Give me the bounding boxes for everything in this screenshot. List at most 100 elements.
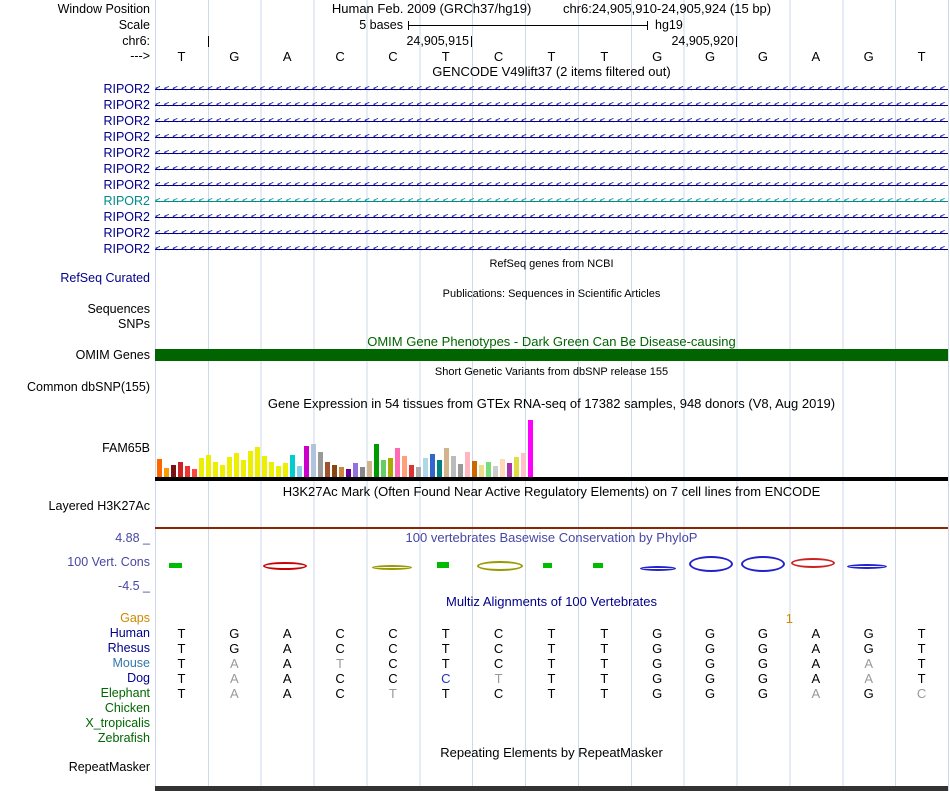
base-letter: C [335, 49, 345, 64]
base-letter: G [652, 49, 663, 64]
aligned-base: T [547, 686, 556, 701]
phylop-track-label[interactable]: 100 Vert. Cons [0, 555, 150, 570]
aligned-base: A [811, 641, 821, 656]
species-label-rhesus[interactable]: Rhesus [0, 641, 150, 656]
aligned-base: T [177, 626, 186, 641]
gencode-transcript-line[interactable]: <<<<<<<<<<<<<<<<<<<<<<<<<<<<<<<<<<<<<<<<… [155, 225, 948, 241]
scale-bar [408, 25, 648, 26]
aligned-base: G [757, 641, 769, 656]
gtex-expression-barchart[interactable] [157, 415, 539, 477]
gtex-tissue-bar [500, 459, 505, 477]
gtex-tissue-bar [353, 463, 358, 477]
aligned-base: T [177, 656, 186, 671]
aligned-base: C [493, 686, 504, 701]
refseq-curated-label[interactable]: RefSeq Curated [0, 271, 150, 286]
omim-genes-label[interactable]: OMIM Genes [0, 348, 150, 362]
base-letter: A [282, 49, 292, 64]
aligned-base: G [705, 656, 716, 671]
base-letter: T [547, 49, 556, 64]
gtex-tissue-bar [234, 453, 239, 477]
layered-h3k27ac-label[interactable]: Layered H3K27Ac [0, 499, 150, 514]
aligned-base: G [652, 686, 663, 701]
gtex-tissue-bar [192, 469, 197, 477]
assembly-name: Human Feb. 2009 (GRCh37/hg19) [331, 1, 532, 16]
gencode-transcript-label[interactable]: RIPOR2 [0, 193, 150, 209]
gencode-transcript-line[interactable]: <<<<<<<<<<<<<<<<<<<<<<<<<<<<<<<<<<<<<<<<… [155, 241, 948, 257]
strand-arrows-left: <<<<<<<<<<<<<<<<<<<<<<<<<<<<<<<<<<<<<<<<… [155, 164, 948, 174]
aligned-base: C [388, 641, 398, 656]
gencode-transcript-line[interactable]: <<<<<<<<<<<<<<<<<<<<<<<<<<<<<<<<<<<<<<<<… [155, 193, 948, 209]
common-dbsnp-label[interactable]: Common dbSNP(155) [0, 380, 150, 395]
gtex-tissue-bar [528, 420, 533, 477]
aligned-base: A [229, 656, 239, 671]
gtex-tissue-bar [514, 457, 519, 477]
aligned-base: T [600, 656, 609, 671]
gtex-tissue-bar [346, 469, 351, 477]
aligned-base: T [547, 626, 556, 641]
species-label-zebrafish[interactable]: Zebrafish [0, 731, 150, 746]
aligned-base: T [441, 626, 450, 641]
gencode-transcript-label[interactable]: RIPOR2 [0, 113, 150, 129]
omim-gene-bar[interactable] [155, 349, 948, 361]
gencode-transcript-label[interactable]: RIPOR2 [0, 81, 150, 97]
aligned-base: A [229, 671, 239, 686]
gencode-transcript-label[interactable]: RIPOR2 [0, 129, 150, 145]
species-label-x_tropicalis[interactable]: X_tropicalis [0, 716, 150, 731]
sequences-track-label[interactable]: Sequences [0, 302, 150, 317]
species-label-elephant[interactable]: Elephant [0, 686, 150, 701]
gencode-transcript-line[interactable]: <<<<<<<<<<<<<<<<<<<<<<<<<<<<<<<<<<<<<<<<… [155, 177, 948, 193]
species-label-mouse[interactable]: Mouse [0, 656, 150, 671]
strand-arrows-left: <<<<<<<<<<<<<<<<<<<<<<<<<<<<<<<<<<<<<<<<… [155, 244, 948, 254]
repeatmasker-label[interactable]: RepeatMasker [0, 760, 150, 775]
gtex-tissue-bar [479, 465, 484, 477]
gtex-tissue-bar [241, 460, 246, 477]
base-letter: T [600, 49, 609, 64]
gtex-tissue-bar [318, 452, 323, 477]
gencode-transcript-line[interactable]: <<<<<<<<<<<<<<<<<<<<<<<<<<<<<<<<<<<<<<<<… [155, 129, 948, 145]
gencode-transcript-line[interactable]: <<<<<<<<<<<<<<<<<<<<<<<<<<<<<<<<<<<<<<<<… [155, 161, 948, 177]
gencode-transcript-label[interactable]: RIPOR2 [0, 225, 150, 241]
gencode-transcript-line[interactable]: <<<<<<<<<<<<<<<<<<<<<<<<<<<<<<<<<<<<<<<<… [155, 81, 948, 97]
phylop-mark [437, 562, 449, 568]
phylop-mark [593, 563, 603, 568]
gencode-transcript-label[interactable]: RIPOR2 [0, 161, 150, 177]
publications-track-title: Publications: Sequences in Scientific Ar… [442, 288, 661, 300]
gtex-gene-label[interactable]: FAM65B [0, 441, 150, 456]
species-label-gaps[interactable]: Gaps [0, 611, 150, 626]
gap-insert-count: 1 [785, 611, 793, 626]
species-label-dog[interactable]: Dog [0, 671, 150, 686]
gencode-transcript-line[interactable]: <<<<<<<<<<<<<<<<<<<<<<<<<<<<<<<<<<<<<<<<… [155, 145, 948, 161]
gencode-transcript-label[interactable]: RIPOR2 [0, 145, 150, 161]
scale-tick-left [408, 21, 409, 30]
phylop-mark [168, 563, 182, 568]
gtex-tissue-bar [395, 448, 400, 477]
base-letter: C [493, 49, 504, 64]
gtex-tissue-bar [493, 466, 498, 477]
gencode-transcript-line[interactable]: <<<<<<<<<<<<<<<<<<<<<<<<<<<<<<<<<<<<<<<<… [155, 113, 948, 129]
gtex-gene-model[interactable] [155, 477, 948, 481]
aligned-base: C [388, 671, 398, 686]
base-letter: G [757, 49, 769, 64]
ruler-tick [471, 36, 472, 47]
aligned-base: G [757, 671, 769, 686]
species-label-human[interactable]: Human [0, 626, 150, 641]
gencode-transcript-line[interactable]: <<<<<<<<<<<<<<<<<<<<<<<<<<<<<<<<<<<<<<<<… [155, 97, 948, 113]
strand-arrows-left: <<<<<<<<<<<<<<<<<<<<<<<<<<<<<<<<<<<<<<<<… [155, 228, 948, 238]
gtex-tissue-bar [360, 467, 365, 477]
gencode-transcript-label[interactable]: RIPOR2 [0, 177, 150, 193]
gtex-tissue-bar [227, 457, 232, 477]
aligned-base: C [441, 671, 451, 686]
h3k27ac-track-title: H3K27Ac Mark (Often Found Near Active Re… [282, 484, 821, 499]
aligned-base: T [336, 656, 344, 671]
strand-arrows-left: <<<<<<<<<<<<<<<<<<<<<<<<<<<<<<<<<<<<<<<<… [155, 116, 948, 126]
species-label-chicken[interactable]: Chicken [0, 701, 150, 716]
aligned-base: A [282, 641, 292, 656]
gencode-transcript-label[interactable]: RIPOR2 [0, 97, 150, 113]
gtex-tissue-bar [171, 465, 176, 477]
gencode-transcript-line[interactable]: <<<<<<<<<<<<<<<<<<<<<<<<<<<<<<<<<<<<<<<<… [155, 209, 948, 225]
gencode-transcript-label[interactable]: RIPOR2 [0, 241, 150, 257]
gtex-tissue-bar [269, 462, 274, 477]
aligned-base: G [652, 641, 663, 656]
snps-track-label[interactable]: SNPs [0, 317, 150, 332]
gencode-transcript-label[interactable]: RIPOR2 [0, 209, 150, 225]
